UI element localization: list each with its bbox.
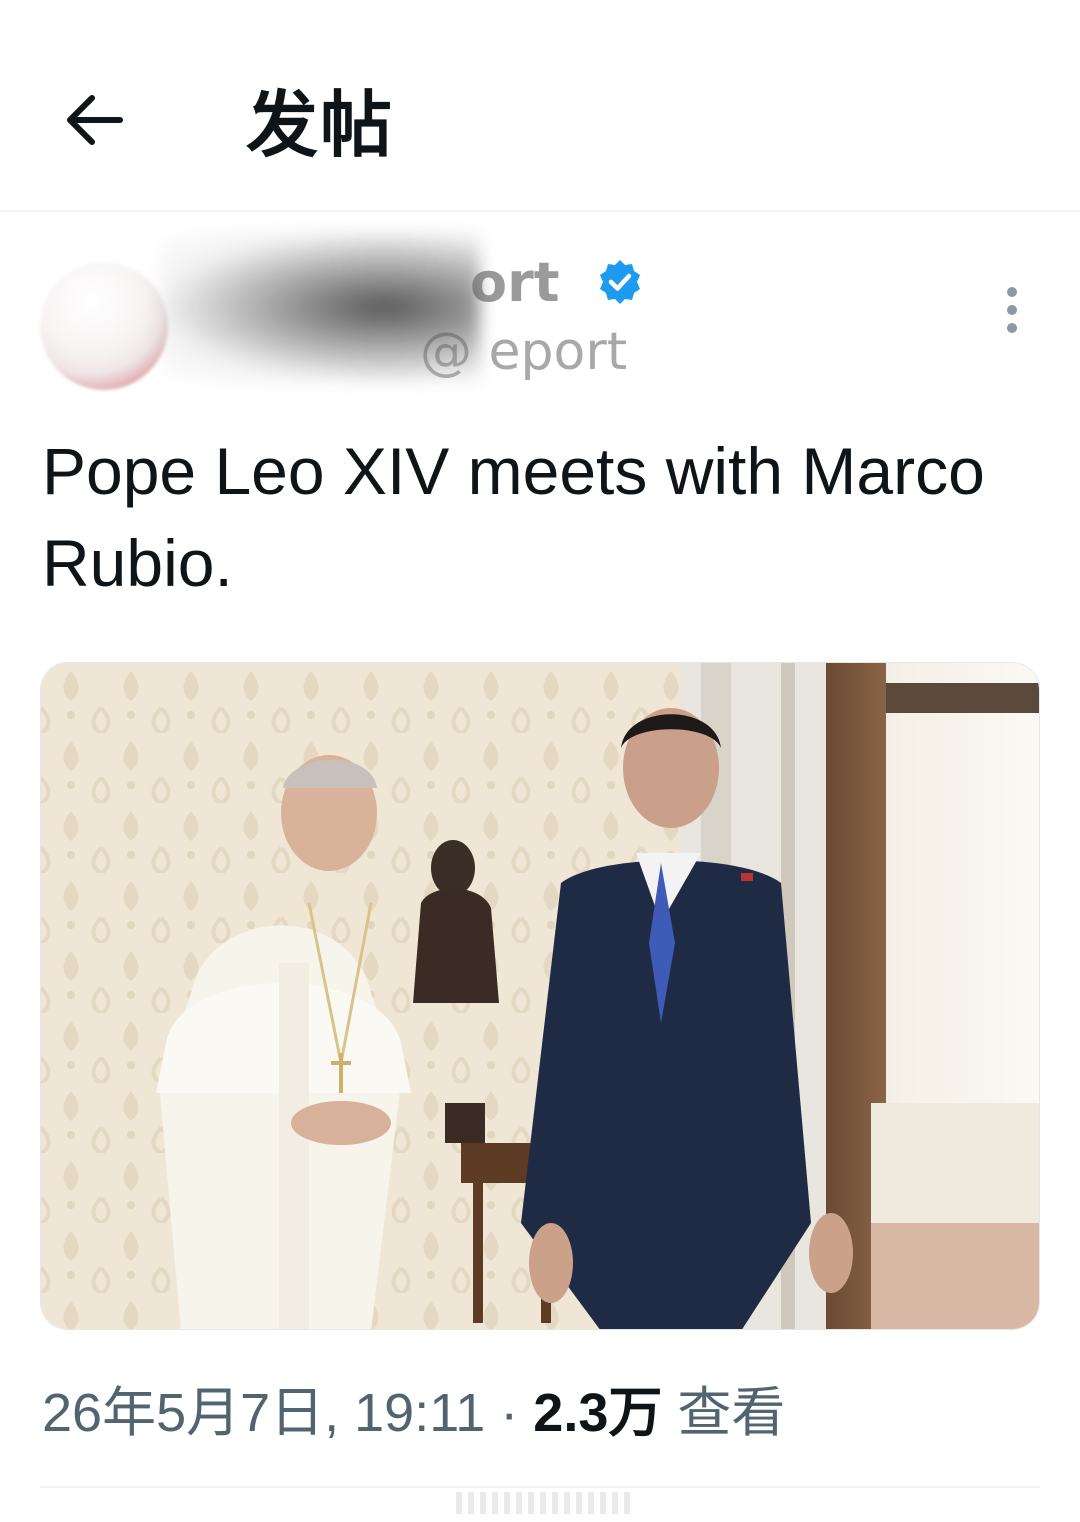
post-meta: 26年5月7日, 19:11 · 2.3万 查看 [42,1378,785,1448]
more-options-button[interactable] [986,282,1038,338]
page-title: 发帖 [246,83,395,167]
back-button[interactable] [56,82,132,158]
post-image[interactable] [40,662,1040,1330]
photo-illustration [41,663,1039,1329]
more-dot [1007,323,1017,333]
views-count: 2.3万 [533,1383,663,1443]
avatar[interactable] [40,262,168,390]
arrow-left-icon [67,95,123,145]
post-timestamp[interactable]: 26年5月7日, 19:11 [42,1383,485,1443]
more-dot [1007,305,1017,315]
top-bar: 发帖 [0,0,1080,212]
divider [40,1486,1040,1488]
more-vertical-icon [1007,287,1017,297]
watermark-stripe [456,1492,636,1514]
post-text: Pope Leo XIV meets with Marco Rubio. [42,434,985,600]
author-name[interactable]: ort [470,250,560,316]
redaction-blur [160,232,480,382]
verified-badge-icon [600,260,640,304]
meta-separator: · [500,1383,519,1443]
views-label: 查看 [677,1383,786,1443]
